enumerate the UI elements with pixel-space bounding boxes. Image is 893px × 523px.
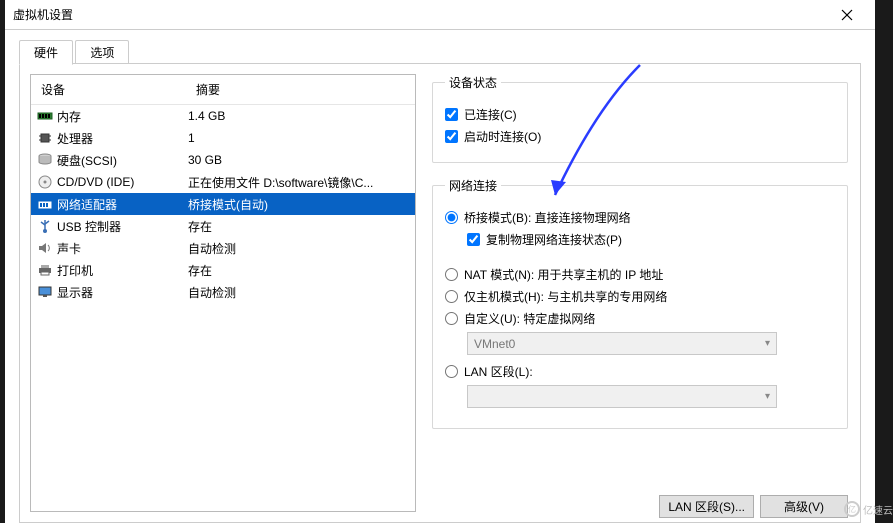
device-row-cpu[interactable]: 处理器 1	[31, 127, 415, 149]
lan-segment-dropdown: ▾	[467, 385, 777, 408]
disk-icon	[35, 152, 55, 168]
custom-radio-row[interactable]: 自定义(U): 特定虚拟网络	[445, 310, 835, 327]
connected-label: 已连接(C)	[464, 106, 517, 123]
custom-label: 自定义(U): 特定虚拟网络	[464, 310, 595, 327]
device-row-monitor[interactable]: 显示器 自动检测	[31, 281, 415, 303]
chevron-down-icon: ▾	[765, 338, 770, 349]
window-title: 虚拟机设置	[13, 6, 827, 23]
custom-network-value: VMnet0	[474, 337, 515, 351]
cd-icon	[35, 174, 55, 190]
printer-icon	[35, 262, 55, 278]
nat-radio[interactable]	[445, 268, 458, 281]
network-legend: 网络连接	[445, 177, 501, 194]
replicate-checkbox[interactable]	[467, 233, 480, 246]
hostonly-label: 仅主机模式(H): 与主机共享的专用网络	[464, 288, 667, 305]
col-summary: 摘要	[186, 75, 415, 104]
nat-label: NAT 模式(N): 用于共享主机的 IP 地址	[464, 266, 663, 283]
connected-checkbox[interactable]	[445, 108, 458, 121]
custom-radio[interactable]	[445, 312, 458, 325]
device-row-usb[interactable]: USB 控制器 存在	[31, 215, 415, 237]
hostonly-radio-row[interactable]: 仅主机模式(H): 与主机共享的专用网络	[445, 288, 835, 305]
monitor-icon	[35, 284, 55, 300]
device-status-legend: 设备状态	[445, 74, 501, 91]
usb-icon	[35, 218, 55, 234]
connect-poweron-label: 启动时连接(O)	[464, 128, 541, 145]
close-icon	[841, 9, 853, 21]
titlebar: 虚拟机设置	[5, 0, 875, 30]
device-row-network[interactable]: 网络适配器 桥接模式(自动)	[31, 193, 415, 215]
nat-radio-row[interactable]: NAT 模式(N): 用于共享主机的 IP 地址	[445, 266, 835, 283]
tab-hardware[interactable]: 硬件	[19, 40, 73, 65]
tab-panel: 设备 摘要 内存 1.4 GB 处理器 1	[19, 63, 861, 523]
custom-network-dropdown: VMnet0 ▾	[467, 332, 777, 355]
bridged-label: 桥接模式(B): 直接连接物理网络	[464, 209, 631, 226]
tab-options[interactable]: 选项	[75, 40, 129, 65]
device-row-disk[interactable]: 硬盘(SCSI) 30 GB	[31, 149, 415, 171]
cpu-icon	[35, 130, 55, 146]
connect-poweron-checkbox[interactable]	[445, 130, 458, 143]
bridged-radio-row[interactable]: 桥接模式(B): 直接连接物理网络	[445, 209, 835, 226]
device-row-sound[interactable]: 声卡 自动检测	[31, 237, 415, 259]
watermark: 亿 亿速云	[844, 501, 893, 517]
close-button[interactable]	[827, 0, 867, 30]
memory-icon	[35, 108, 55, 124]
device-list-header: 设备 摘要	[31, 75, 415, 105]
network-icon	[35, 196, 55, 212]
connect-poweron-checkbox-row[interactable]: 启动时连接(O)	[445, 128, 835, 145]
device-status-group: 设备状态 已连接(C) 启动时连接(O)	[432, 74, 848, 163]
device-row-memory[interactable]: 内存 1.4 GB	[31, 105, 415, 127]
lan-label: LAN 区段(L):	[464, 363, 533, 380]
col-device: 设备	[31, 75, 186, 104]
replicate-checkbox-row[interactable]: 复制物理网络连接状态(P)	[467, 231, 835, 248]
bridged-radio[interactable]	[445, 211, 458, 224]
network-connection-group: 网络连接 桥接模式(B): 直接连接物理网络 复制物理网络连接状态(P) NAT…	[432, 177, 848, 429]
sound-icon	[35, 240, 55, 256]
watermark-text: 亿速云	[863, 502, 893, 517]
chevron-down-icon: ▾	[765, 391, 770, 402]
lan-radio[interactable]	[445, 365, 458, 378]
device-list: 设备 摘要 内存 1.4 GB 处理器 1	[30, 74, 416, 512]
connected-checkbox-row[interactable]: 已连接(C)	[445, 106, 835, 123]
hostonly-radio[interactable]	[445, 290, 458, 303]
tabs: 硬件 选项	[19, 40, 861, 64]
replicate-label: 复制物理网络连接状态(P)	[486, 231, 622, 248]
device-row-cddvd[interactable]: CD/DVD (IDE) 正在使用文件 D:\software\镜像\C...	[31, 171, 415, 193]
lan-radio-row[interactable]: LAN 区段(L):	[445, 363, 835, 380]
advanced-button[interactable]: 高级(V)	[760, 495, 848, 518]
device-row-printer[interactable]: 打印机 存在	[31, 259, 415, 281]
lan-segments-button[interactable]: LAN 区段(S)...	[659, 495, 754, 518]
watermark-icon: 亿	[844, 501, 860, 517]
